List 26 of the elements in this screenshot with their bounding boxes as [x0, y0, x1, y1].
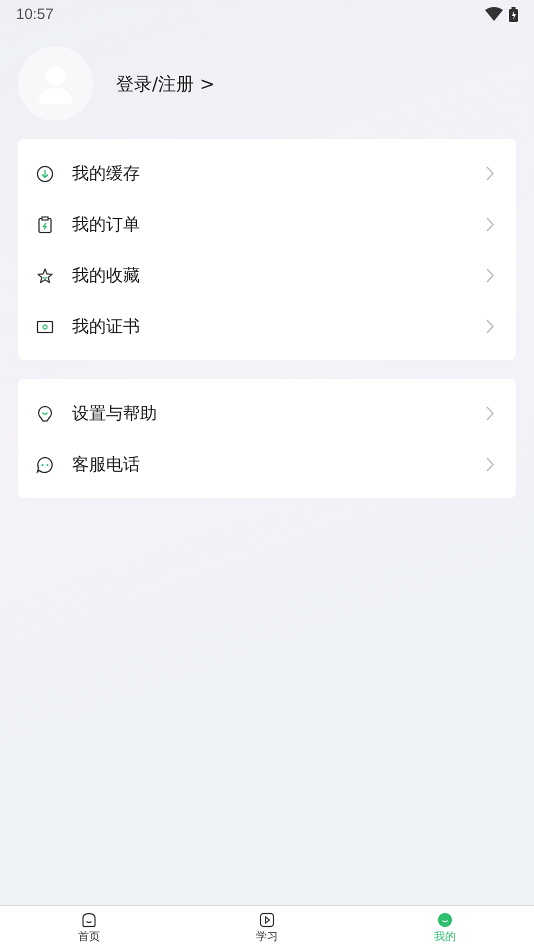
menu-item[interactable]: 我的收藏	[18, 250, 516, 301]
chat-bubble-icon	[36, 456, 54, 474]
home-icon	[81, 912, 97, 928]
chevron-right-icon	[486, 166, 494, 181]
chevron-right-icon	[486, 406, 494, 421]
star-icon	[36, 266, 54, 284]
menu-item[interactable]: 我的订单	[18, 199, 516, 250]
menu-item[interactable]: 客服电话	[18, 439, 516, 490]
chevron-right-icon	[486, 457, 494, 472]
login-link[interactable]: 登录/注册 >	[116, 72, 215, 96]
filled-circle-icon	[437, 912, 453, 928]
menu-item[interactable]: 我的缓存	[18, 148, 516, 199]
download-icon	[36, 164, 54, 182]
chevron-right-icon	[486, 268, 494, 283]
lightbulb-icon	[36, 404, 54, 422]
clock-time: 10:57	[16, 6, 54, 22]
wifi-icon	[485, 7, 503, 21]
chevron-right-icon	[486, 217, 494, 232]
tab[interactable]: 学习	[178, 906, 356, 950]
chevron-right-icon	[486, 319, 494, 334]
menu-item[interactable]: 设置与帮助	[18, 388, 516, 439]
play-icon	[259, 912, 275, 928]
tab[interactable]: 首页	[0, 906, 178, 950]
clipboard-icon	[36, 216, 54, 234]
menu-item[interactable]: 我的证书	[18, 301, 516, 352]
battery-icon	[509, 6, 518, 22]
